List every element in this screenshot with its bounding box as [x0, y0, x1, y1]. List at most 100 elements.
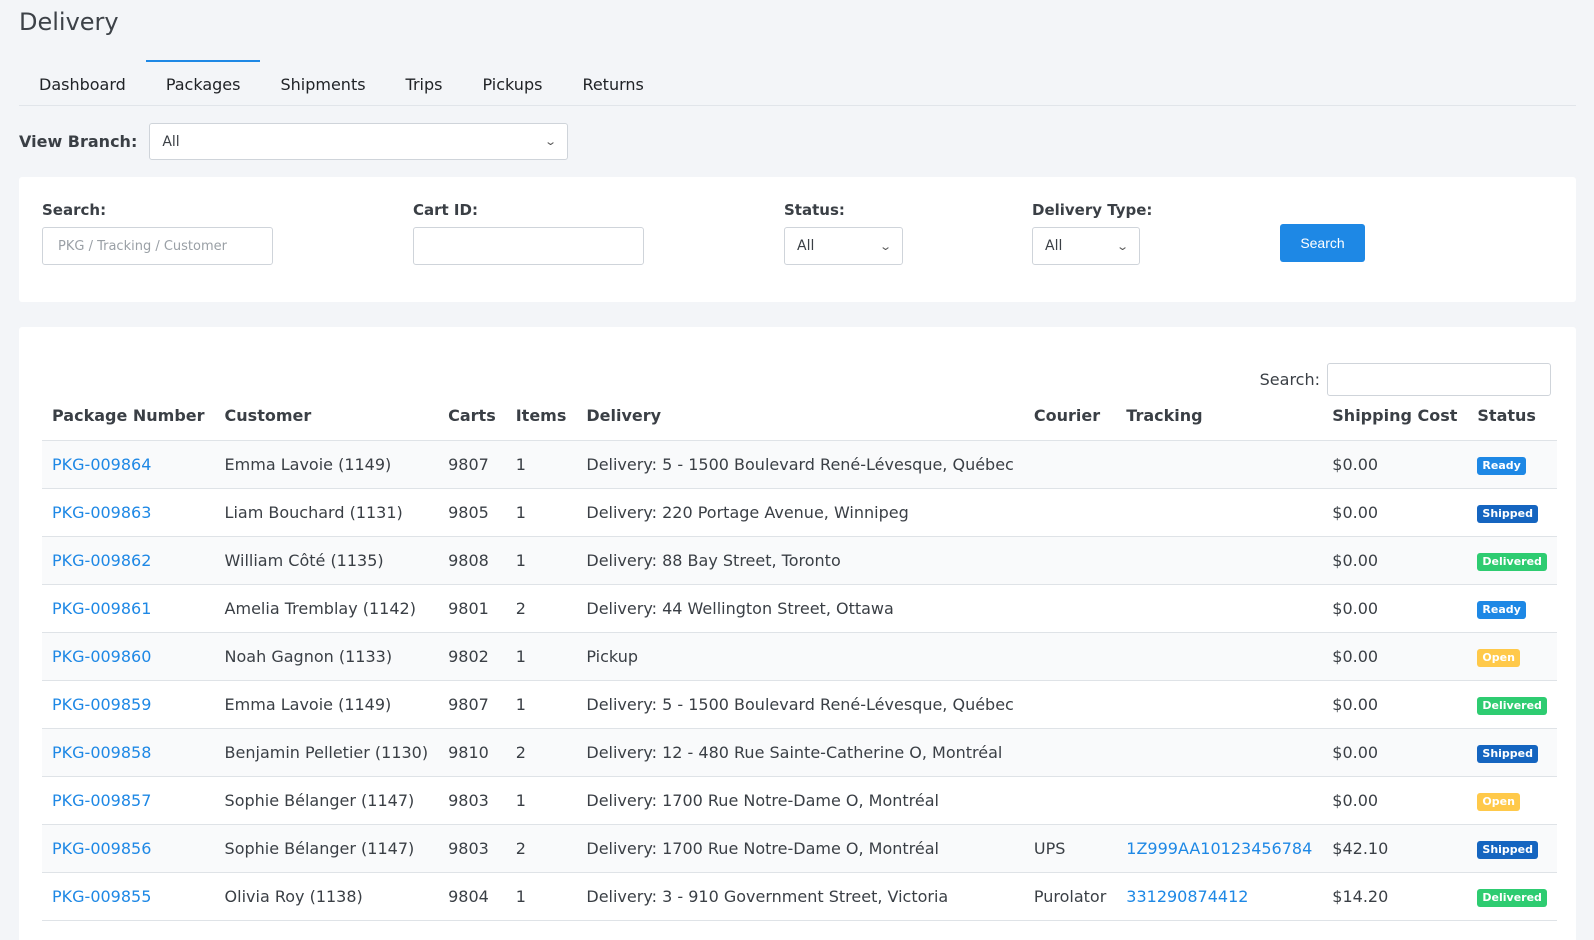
tab-packages[interactable]: Packages: [145, 60, 261, 106]
search-input[interactable]: PKG / Tracking / Customer: [42, 227, 273, 265]
table-row: PKG-009859 Emma Lavoie (1149) 9807 1 Deliver…: [42, 680, 1557, 729]
customer-cell: Noah Gagnon (1133): [214, 632, 439, 681]
column-header[interactable]: Carts: [438, 392, 506, 441]
package-cell: PKG-009859: [42, 680, 215, 729]
column-header[interactable]: Delivery: [576, 392, 1024, 441]
search-label: Search:: [42, 201, 107, 219]
tracking-cell: [1116, 536, 1323, 585]
status-label: Status:: [784, 201, 845, 219]
package-link[interactable]: PKG-009858: [52, 743, 151, 762]
delivery-cell: Delivery: 5 - 1500 Boulevard René-Lévesq…: [576, 680, 1024, 729]
courier-cell: Purolator: [1023, 872, 1117, 921]
carts-cell: 9803: [438, 776, 506, 825]
status-badge: Shipped: [1477, 840, 1538, 859]
customer-cell: Benjamin Pelletier (1130): [214, 728, 439, 777]
delivery-type-field-group: Delivery Type: All ⌄: [1032, 201, 1152, 265]
filter-card: Search: PKG / Tracking / Customer Cart I…: [19, 177, 1576, 302]
items-cell: 1: [505, 488, 577, 537]
status-cell: Shipped: [1467, 824, 1557, 873]
status-cell: Open: [1467, 632, 1557, 681]
column-header[interactable]: Package Number: [42, 392, 215, 441]
shipping-cost-cell: $0.00: [1322, 584, 1468, 633]
delivery-type-select[interactable]: All ⌄: [1032, 227, 1140, 265]
carts-cell: 9804: [438, 872, 506, 921]
package-cell: PKG-009855: [42, 872, 215, 921]
courier-cell: [1023, 440, 1117, 489]
shipping-cost-cell: $0.00: [1322, 680, 1468, 729]
delivery-cell: Delivery: 1700 Rue Notre-Dame O, Montréa…: [576, 776, 1024, 825]
carts-cell: 9807: [438, 680, 506, 729]
shipping-cost-cell: $42.10: [1322, 824, 1468, 873]
delivery-cell: Delivery: 88 Bay Street, Toronto: [576, 536, 1024, 585]
column-header[interactable]: Courier: [1023, 392, 1117, 441]
tracking-cell: [1116, 632, 1323, 681]
status-select[interactable]: All ⌄: [784, 227, 903, 265]
tracking-cell: 331290874412: [1116, 872, 1323, 921]
items-cell: 1: [505, 536, 577, 585]
column-header[interactable]: Tracking: [1116, 392, 1323, 441]
packages-table: Package Number Customer Carts Items Deli…: [42, 392, 1557, 921]
courier-cell: [1023, 536, 1117, 585]
search-field-group: Search: PKG / Tracking / Customer: [42, 201, 273, 265]
status-cell: Delivered: [1467, 872, 1557, 921]
page-title: Delivery: [19, 8, 119, 36]
tracking-cell: [1116, 776, 1323, 825]
tab-bar: Dashboard Packages Shipments Trips Picku…: [19, 60, 1576, 106]
cart-id-input[interactable]: [413, 227, 644, 265]
tracking-cell: [1116, 584, 1323, 633]
package-link[interactable]: PKG-009857: [52, 791, 151, 810]
delivery-type-label: Delivery Type:: [1032, 201, 1153, 219]
items-cell: 2: [505, 584, 577, 633]
shipping-cost-cell: $0.00: [1322, 488, 1468, 537]
courier-cell: [1023, 728, 1117, 777]
search-button[interactable]: Search: [1280, 224, 1365, 262]
branch-select[interactable]: All ⌄: [149, 123, 569, 160]
tab-pickups[interactable]: Pickups: [462, 60, 562, 106]
column-header[interactable]: Status: [1467, 392, 1557, 441]
carts-cell: 9801: [438, 584, 506, 633]
customer-cell: Amelia Tremblay (1142): [214, 584, 439, 633]
package-link[interactable]: PKG-009863: [52, 503, 151, 522]
tracking-link[interactable]: 331290874412: [1126, 887, 1248, 906]
package-link[interactable]: PKG-009862: [52, 551, 151, 570]
table-row: PKG-009860 Noah Gagnon (1133) 9802 1 Pickup $…: [42, 632, 1557, 681]
package-link[interactable]: PKG-009861: [52, 599, 151, 618]
package-cell: PKG-009862: [42, 536, 215, 585]
status-cell: Open: [1467, 776, 1557, 825]
tracking-cell: [1116, 440, 1323, 489]
package-link[interactable]: PKG-009856: [52, 839, 151, 858]
tracking-link[interactable]: 1Z999AA10123456784: [1126, 839, 1312, 858]
tab-dashboard[interactable]: Dashboard: [19, 60, 146, 106]
status-field-group: Status: All ⌄: [784, 201, 903, 265]
tab-trips[interactable]: Trips: [386, 60, 463, 106]
column-header[interactable]: Shipping Cost: [1322, 392, 1468, 441]
tab-shipments[interactable]: Shipments: [260, 60, 385, 106]
status-badge: Delivered: [1477, 552, 1547, 571]
package-link[interactable]: PKG-009855: [52, 887, 151, 906]
column-header[interactable]: Items: [505, 392, 577, 441]
customer-cell: Liam Bouchard (1131): [214, 488, 439, 537]
package-link[interactable]: PKG-009864: [52, 455, 151, 474]
tab-returns[interactable]: Returns: [562, 60, 663, 106]
tracking-cell: [1116, 488, 1323, 537]
status-cell: Ready: [1467, 584, 1557, 633]
chevron-down-icon: ⌄: [878, 239, 892, 253]
status-cell: Shipped: [1467, 488, 1557, 537]
status-badge: Ready: [1477, 600, 1526, 619]
status-badge: Delivered: [1477, 888, 1547, 907]
package-cell: PKG-009861: [42, 584, 215, 633]
delivery-cell: Delivery: 44 Wellington Street, Ottawa: [576, 584, 1024, 633]
carts-cell: 9802: [438, 632, 506, 681]
column-header[interactable]: Customer: [214, 392, 439, 441]
status-select-value: All: [797, 238, 815, 254]
status-badge: Ready: [1477, 456, 1526, 475]
branch-filter: View Branch: All ⌄: [19, 123, 569, 160]
package-link[interactable]: PKG-009860: [52, 647, 151, 666]
status-badge: Shipped: [1477, 504, 1538, 523]
delivery-cell: Delivery: 220 Portage Avenue, Winnipeg: [576, 488, 1024, 537]
customer-cell: William Côté (1135): [214, 536, 439, 585]
items-cell: 1: [505, 440, 577, 489]
items-cell: 2: [505, 824, 577, 873]
delivery-cell: Delivery: 3 - 910 Government Street, Vic…: [576, 872, 1024, 921]
package-link[interactable]: PKG-009859: [52, 695, 151, 714]
